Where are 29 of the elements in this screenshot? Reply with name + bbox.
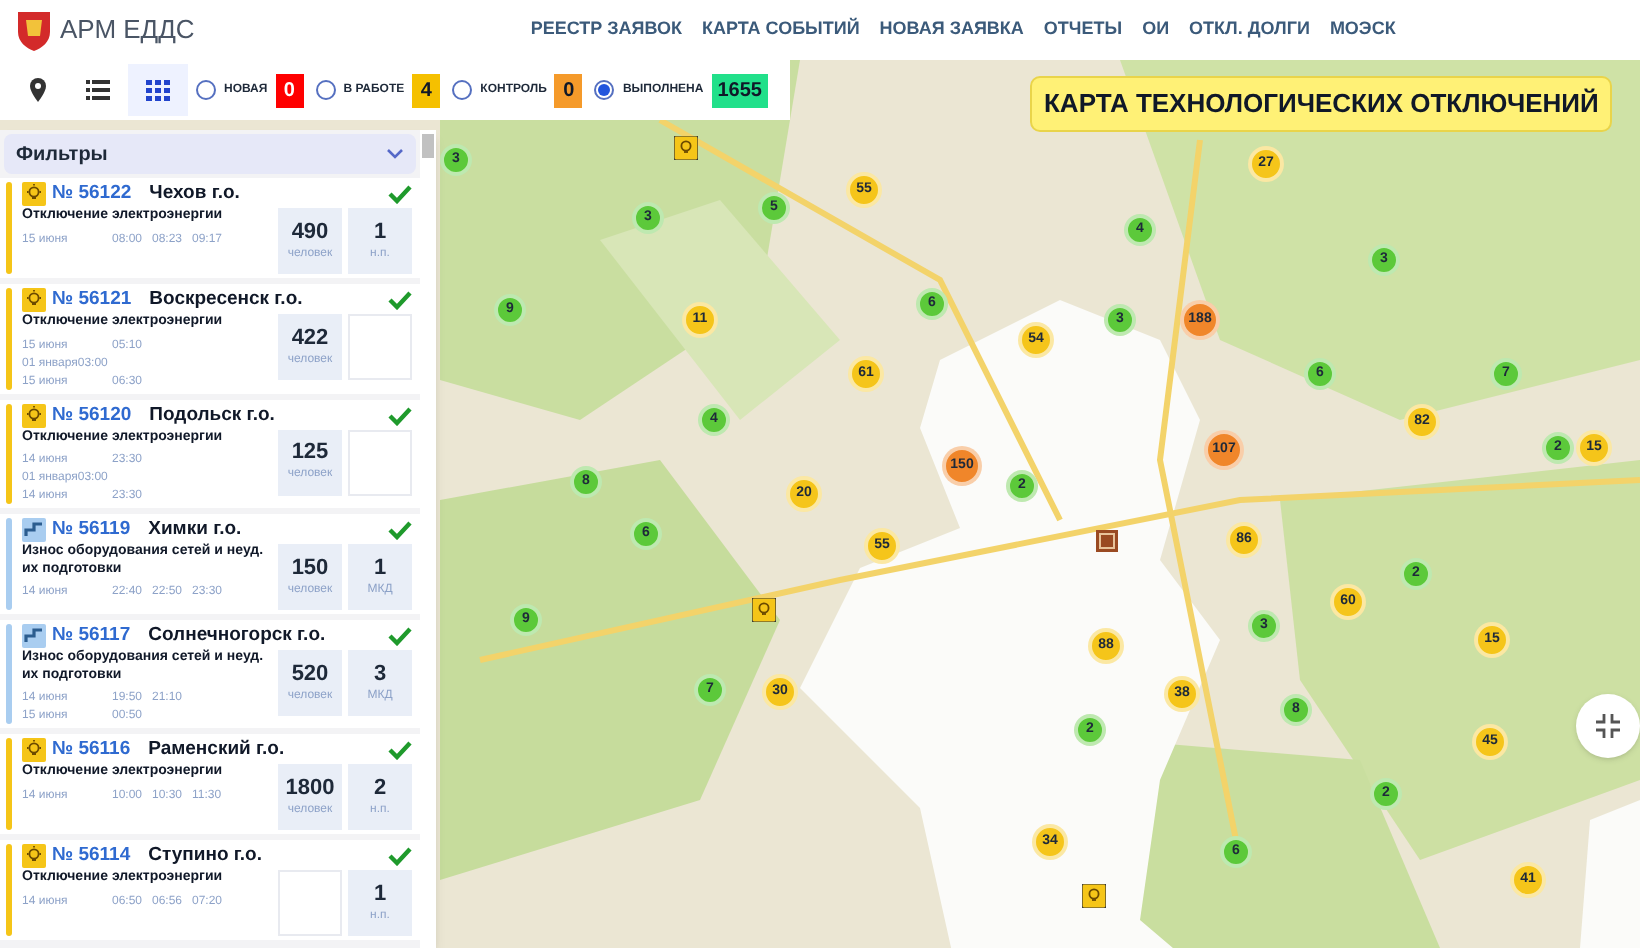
district-name: Солнечногорск г.о.	[148, 624, 326, 648]
request-number-link[interactable]: № 56114	[52, 844, 131, 868]
request-number-link[interactable]: № 56122	[52, 182, 132, 206]
nav-link[interactable]: КАРТА СОБЫТИЙ	[701, 16, 860, 44]
request-number-link[interactable]: № 56120	[52, 403, 132, 427]
app-title[interactable]: АРМ ЕДДС	[60, 10, 195, 50]
nav-link[interactable]: ОТКЛ. ДОЛГИ	[1189, 16, 1310, 44]
nav-link[interactable]: МОЭСК	[1329, 16, 1396, 44]
status-count-badge: 0	[554, 73, 583, 107]
request-number-link[interactable]: № 56119	[52, 518, 131, 542]
district-name: Воскресенск г.о.	[149, 288, 303, 312]
district-name: Ступино г.о.	[148, 844, 263, 868]
status-count-badge: 1655	[711, 73, 768, 107]
nav-link[interactable]: ОИ	[1142, 16, 1170, 44]
district-name: Чехов г.о.	[149, 182, 240, 206]
request-number-link[interactable]: № 56121	[52, 288, 132, 312]
request-number-link[interactable]: № 56116	[52, 738, 131, 762]
district-name: Химки г.о.	[148, 518, 242, 542]
nav-link[interactable]: НОВАЯ ЗАЯВКА	[879, 16, 1024, 44]
status-count-badge: 0	[275, 73, 304, 107]
filters-header[interactable]: Фильтры	[4, 134, 416, 174]
map-title: КАРТА ТЕХНОЛОГИЧЕСКИХ ОТКЛЮЧЕНИЙ	[1030, 76, 1613, 131]
district-name: Подольск г.о.	[149, 403, 275, 427]
district-name: Раменский г.о.	[148, 738, 285, 762]
request-number-link[interactable]: № 56117	[52, 624, 131, 648]
nav-link[interactable]: РЕЕСТР ЗАЯВОК	[530, 16, 682, 44]
status-count-badge: 4	[412, 73, 441, 107]
nav-link[interactable]: ОТЧЕТЫ	[1043, 16, 1123, 44]
filters-title: Фильтры	[16, 141, 108, 169]
